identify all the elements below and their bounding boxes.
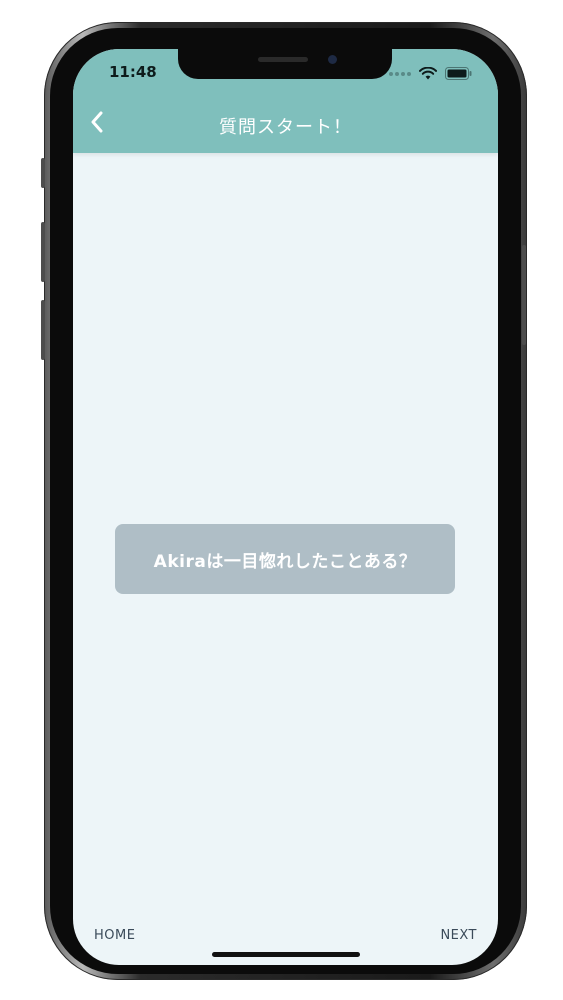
home-indicator[interactable] (212, 952, 360, 957)
next-button[interactable]: NEXT (440, 928, 477, 943)
power-button (522, 245, 526, 345)
wifi-icon (419, 67, 437, 80)
app-screen: 11:48 質問スタート！ Akiraは一目惚れしたことある？ HOME NEX… (73, 49, 498, 965)
nav-header: 11:48 質問スタート！ (73, 49, 498, 153)
question-text: Akiraは一目惚れしたことある？ (153, 551, 417, 572)
battery-icon (445, 67, 472, 80)
front-camera (328, 55, 337, 64)
speaker-grille (258, 57, 308, 62)
device-stage: 11:48 質問スタート！ Akiraは一目惚れしたことある？ HOME NEX… (0, 0, 563, 1000)
signal-dots-icon (389, 71, 411, 76)
silent-switch (41, 158, 45, 188)
status-icons (389, 67, 472, 80)
page-title: 質問スタート！ (219, 117, 352, 138)
volume-down-button (41, 300, 45, 360)
device-notch (178, 49, 392, 79)
volume-up-button (41, 222, 45, 282)
question-card: Akiraは一目惚れしたことある？ (115, 524, 455, 594)
home-button[interactable]: HOME (94, 928, 135, 943)
status-time: 11:48 (109, 63, 157, 81)
